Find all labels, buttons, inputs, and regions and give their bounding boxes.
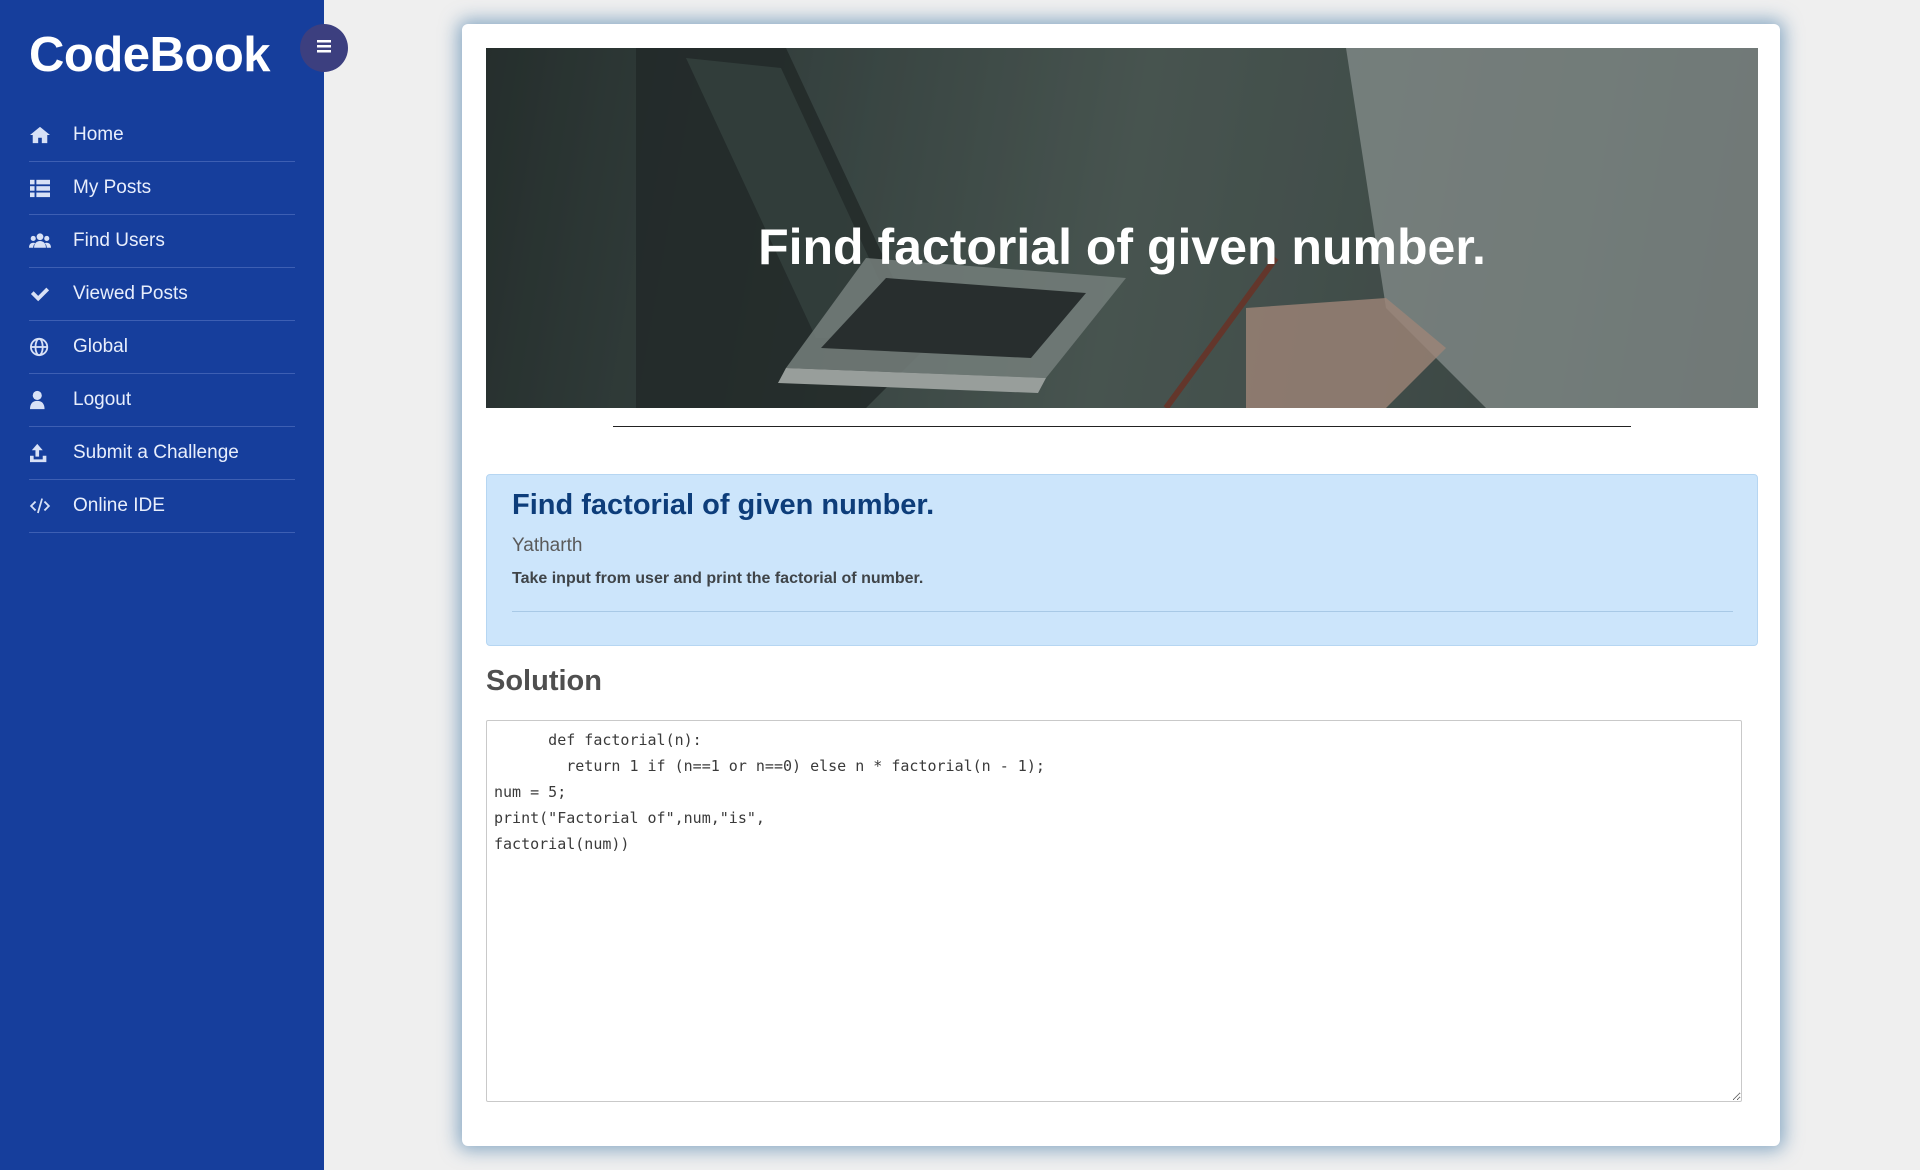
sidebar-item-my-posts[interactable]: My Posts [29,162,295,215]
users-icon [29,230,67,252]
post-card: Find factorial of given number. Find fac… [462,24,1780,1146]
user-icon [29,389,67,411]
solution-code-textarea[interactable]: def factorial(n): return 1 if (n==1 or n… [486,720,1742,1102]
sidebar-item-submit-challenge[interactable]: Submit a Challenge [29,427,295,480]
divider [613,426,1631,427]
sidebar-item-label: Submit a Challenge [73,442,239,463]
sidebar-toggle-button[interactable] [300,24,348,72]
sidebar-item-label: Find Users [73,230,165,251]
sidebar-item-home[interactable]: Home [29,109,295,162]
brand-logo[interactable]: CodeBook [29,27,271,83]
post-title: Find factorial of given number. [512,489,935,521]
sidebar-menu: Home My Posts Find Users Viewed Posts Gl… [29,109,295,533]
hamburger-icon [315,37,333,60]
sidebar-item-logout[interactable]: Logout [29,374,295,427]
hero-banner: Find factorial of given number. [486,48,1758,408]
globe-icon [29,336,67,358]
sidebar: CodeBook Home My Posts Find Users Viewed… [0,0,324,1170]
hero-title: Find factorial of given number. [758,219,1486,275]
sidebar-item-online-ide[interactable]: Online IDE [29,480,295,533]
info-divider [512,611,1733,612]
post-description: Take input from user and print the facto… [512,570,924,587]
sidebar-item-label: Online IDE [73,495,165,516]
check-icon [29,283,67,305]
code-icon [29,495,67,517]
sidebar-item-global[interactable]: Global [29,321,295,374]
sidebar-item-viewed-posts[interactable]: Viewed Posts [29,268,295,321]
sidebar-item-label: Logout [73,389,132,410]
sidebar-item-label: Home [73,124,124,145]
sidebar-item-label: Viewed Posts [73,283,188,304]
upload-icon [29,442,67,464]
post-author[interactable]: Yatharth [512,535,582,557]
list-icon [29,177,67,199]
sidebar-item-find-users[interactable]: Find Users [29,215,295,268]
home-icon [29,124,67,146]
sidebar-item-label: My Posts [73,177,152,198]
post-info-box: Find factorial of given number. Yatharth… [486,474,1758,646]
sidebar-item-label: Global [73,336,128,357]
solution-heading: Solution [486,665,602,697]
